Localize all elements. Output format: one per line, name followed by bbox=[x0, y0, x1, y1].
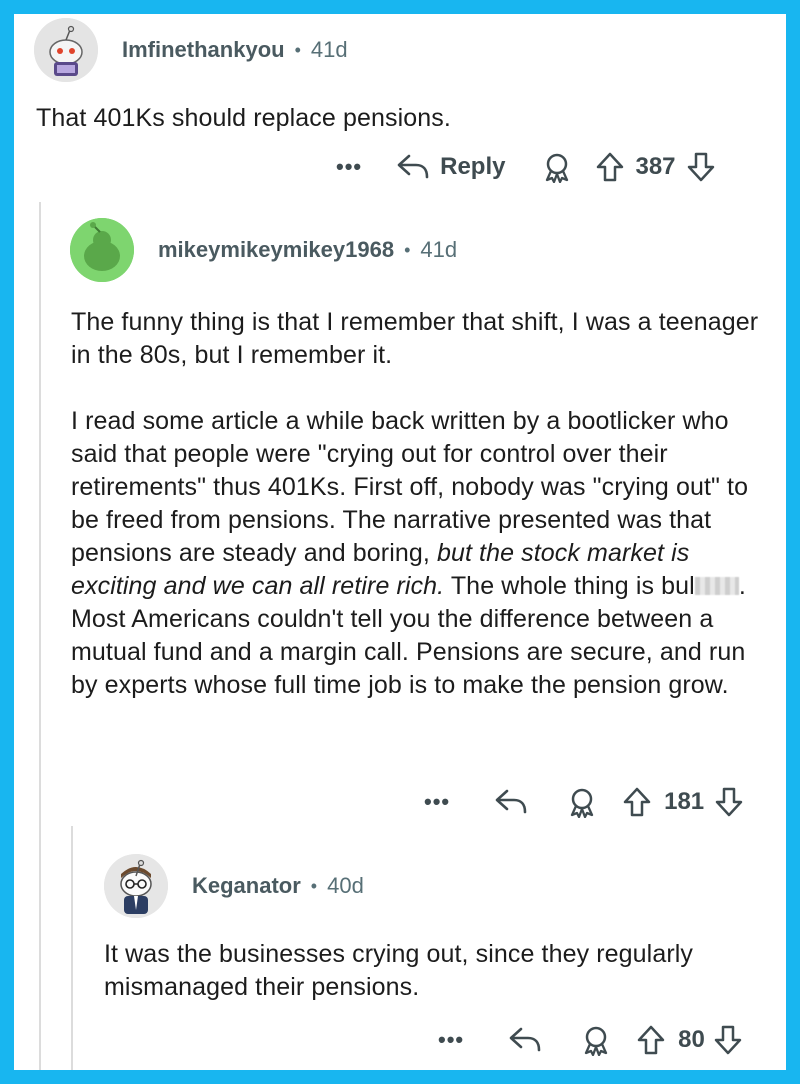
avatar-icon bbox=[70, 218, 134, 282]
award-icon bbox=[546, 153, 569, 183]
upvote-button[interactable] bbox=[595, 151, 625, 183]
more-icon: ••• bbox=[336, 154, 363, 179]
downvote-icon bbox=[714, 1025, 742, 1055]
more-icon: ••• bbox=[438, 1027, 465, 1052]
more-options-button[interactable]: ••• bbox=[336, 154, 362, 180]
downvote-icon bbox=[715, 787, 743, 817]
reply-button[interactable]: Reply bbox=[396, 152, 505, 182]
downvote-button[interactable] bbox=[713, 1024, 743, 1056]
downvote-icon bbox=[687, 152, 714, 182]
username[interactable]: Imfinethankyou bbox=[122, 37, 285, 63]
comment-body: That 401Ks should replace pensions. bbox=[36, 102, 756, 135]
upvote-button[interactable] bbox=[622, 786, 652, 818]
avatar-icon bbox=[104, 854, 168, 918]
award-button[interactable] bbox=[566, 786, 598, 818]
reply-icon bbox=[397, 154, 429, 179]
meta-separator: • bbox=[404, 239, 411, 260]
upvote-button[interactable] bbox=[636, 1024, 666, 1056]
comment-body: The funny thing is that I remember that … bbox=[71, 306, 771, 702]
more-icon: ••• bbox=[424, 789, 451, 814]
vote-count: 80 bbox=[678, 1026, 705, 1053]
reply-icon bbox=[495, 789, 527, 814]
meta-separator: • bbox=[294, 39, 301, 60]
award-button[interactable] bbox=[580, 1024, 612, 1056]
upvote-icon bbox=[623, 787, 651, 817]
avatar[interactable] bbox=[34, 18, 98, 82]
vote-count: 387 bbox=[635, 153, 676, 180]
comment-age: 40d bbox=[327, 873, 364, 898]
reply-icon bbox=[509, 1027, 541, 1052]
comment-paragraph: It was the businesses crying out, since … bbox=[104, 940, 694, 1001]
thread-line[interactable] bbox=[39, 202, 41, 1070]
vote-count: 181 bbox=[664, 788, 705, 815]
more-options-button[interactable]: ••• bbox=[424, 789, 450, 815]
avatar-icon bbox=[34, 18, 98, 82]
censored-word bbox=[694, 577, 739, 595]
award-icon bbox=[570, 788, 594, 818]
comment-thread: Imfinethankyou • 41d That 401Ks should r… bbox=[14, 14, 786, 1070]
reply-label: Reply bbox=[440, 153, 506, 180]
comment-age: 41d bbox=[310, 37, 348, 62]
username[interactable]: mikeymikeymikey1968 bbox=[158, 237, 394, 263]
comment-body: It was the businesses crying out, since … bbox=[104, 938, 764, 1004]
meta-separator: • bbox=[310, 875, 318, 896]
comment-age: 41d bbox=[420, 237, 458, 262]
downvote-button[interactable] bbox=[686, 151, 716, 183]
upvote-icon bbox=[597, 152, 624, 182]
reply-button[interactable] bbox=[508, 1025, 542, 1055]
downvote-button[interactable] bbox=[714, 786, 744, 818]
comment-paragraph: That 401Ks should replace pensions. bbox=[36, 104, 451, 132]
award-icon bbox=[584, 1026, 608, 1056]
avatar[interactable] bbox=[104, 854, 168, 918]
more-options-button[interactable]: ••• bbox=[438, 1027, 464, 1053]
comment-paragraph: The funny thing is that I remember that … bbox=[71, 308, 759, 369]
username[interactable]: Keganator bbox=[192, 873, 301, 899]
thread-line[interactable] bbox=[71, 826, 73, 1070]
award-button[interactable] bbox=[541, 151, 573, 183]
upvote-icon bbox=[637, 1025, 665, 1055]
text-run: The whole thing is bul bbox=[444, 572, 695, 600]
reply-button[interactable] bbox=[494, 787, 528, 817]
avatar[interactable] bbox=[70, 218, 134, 282]
comment-paragraph: I read some article a while back written… bbox=[71, 405, 771, 702]
